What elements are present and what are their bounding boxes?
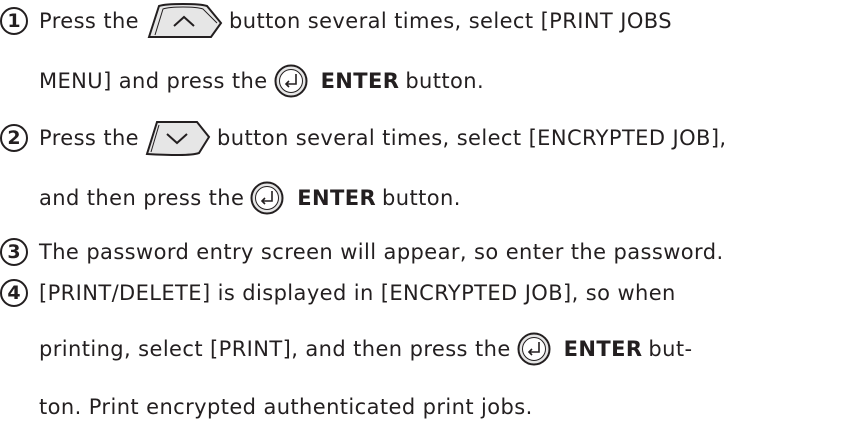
step-4-text-a: [PRINT/DELETE] is displayed in [ENCRYPTE… [39, 281, 676, 305]
step-4-text-d: ton. Print encrypted authenticated print… [39, 395, 533, 419]
step-2-text-b: button several times, select [ENCRYPTED … [217, 126, 727, 150]
step-number-1: 1 [0, 7, 28, 35]
step-1-line-1: 1 Press the button several times, select… [0, 3, 672, 39]
step-2-text-d: button. [382, 186, 461, 210]
step-3-text: The password entry screen will appear, s… [39, 240, 724, 264]
instruction-page: 1 Press the button several times, select… [0, 0, 845, 437]
step-1-text-a: Press the [39, 9, 140, 33]
step-4-line-1: 4 [PRINT/DELETE] is displayed in [ENCRYP… [0, 275, 676, 311]
step-3-line-1: 3 The password entry screen will appear,… [0, 234, 724, 270]
step-1-line-2: MENU] and press the ENTER button. [0, 63, 484, 99]
step-4-text-c: but- [648, 337, 693, 361]
enter-label: ENTER [563, 337, 643, 361]
step-1-text-d: button. [405, 69, 485, 93]
enter-label: ENTER [297, 186, 377, 210]
step-1-text-c: MENU] and press the [39, 69, 268, 93]
enter-button-icon [517, 332, 551, 366]
step-4-text-b: printing, select [PRINT], and then press… [39, 337, 511, 361]
step-number-3: 3 [0, 238, 28, 266]
step-4-line-3: ton. Print encrypted authenticated print… [0, 389, 533, 425]
step-2-text-a: Press the [39, 126, 140, 150]
step-2-line-1: 2 Press the button several times, select… [0, 120, 727, 156]
step-2-line-2: and then press the ENTER button. [0, 180, 461, 216]
step-number-4: 4 [0, 279, 28, 307]
enter-label: ENTER [320, 69, 400, 93]
step-4-line-2: printing, select [PRINT], and then press… [0, 331, 692, 367]
step-1-text-b: button several times, select [PRINT JOBS [229, 9, 672, 33]
step-number-2: 2 [0, 124, 28, 152]
enter-button-icon [274, 64, 308, 98]
down-arrow-button-icon [145, 121, 211, 156]
enter-button-icon [250, 181, 284, 215]
step-2-text-c: and then press the [39, 186, 245, 210]
up-arrow-button-icon [147, 3, 223, 38]
